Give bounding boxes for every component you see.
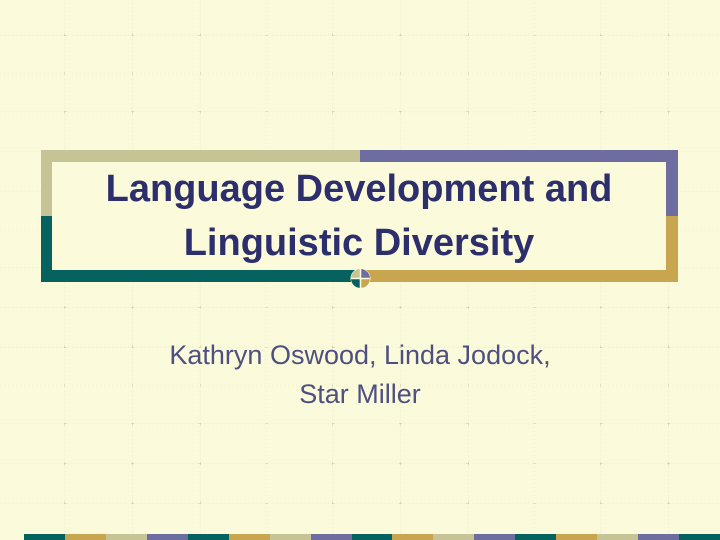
slide: { "slide": { "title": "Language Developm… <box>0 0 720 540</box>
quadrant-emblem-icon <box>350 268 371 289</box>
bottom-color-strip <box>24 534 720 540</box>
title-box: Language Development and Linguistic Dive… <box>52 162 666 270</box>
slide-title: Language Development and Linguistic Dive… <box>105 168 613 264</box>
slide-subtitle: Kathryn Oswood, Linda Jodock, Star Mille… <box>169 340 551 409</box>
